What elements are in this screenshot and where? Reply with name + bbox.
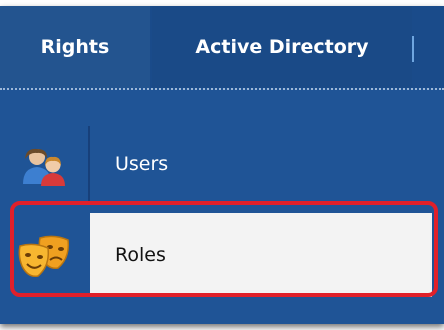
- icon-column-divider: [88, 126, 90, 202]
- screenshot-frame: Rights Active Directory Users Roles: [0, 0, 444, 330]
- menu-item-roles-label: Roles: [115, 244, 166, 266]
- tab-divider: [412, 36, 414, 62]
- theater-masks-icon: [18, 235, 70, 278]
- tab-bar: Rights Active Directory: [0, 6, 444, 88]
- tab-rights[interactable]: Rights: [0, 6, 150, 88]
- rights-panel: Rights Active Directory Users Roles: [0, 6, 444, 324]
- menu-item-users-label: Users: [115, 153, 169, 175]
- tab-rights-label: Rights: [40, 36, 110, 58]
- users-icon: [23, 148, 65, 186]
- tab-active-directory-label: Active Directory: [195, 36, 369, 58]
- tab-bar-separator: [0, 88, 444, 90]
- tab-active-directory[interactable]: Active Directory: [152, 6, 412, 88]
